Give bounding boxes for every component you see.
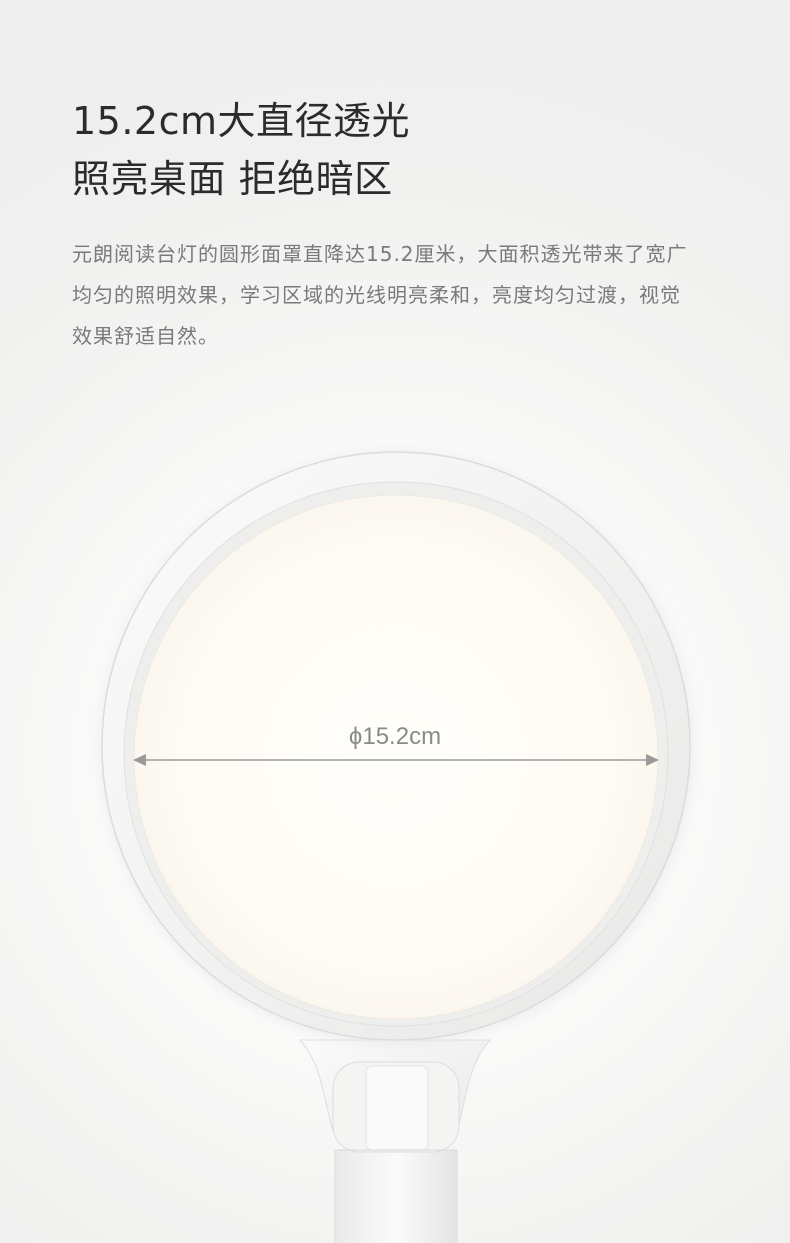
lamp-pole	[334, 1149, 458, 1243]
light-panel	[133, 494, 659, 1020]
lamp-hinge-inner	[365, 1065, 429, 1151]
lamp-illustration	[101, 451, 693, 1243]
diameter-label: ϕ15.2cm	[348, 723, 442, 750]
